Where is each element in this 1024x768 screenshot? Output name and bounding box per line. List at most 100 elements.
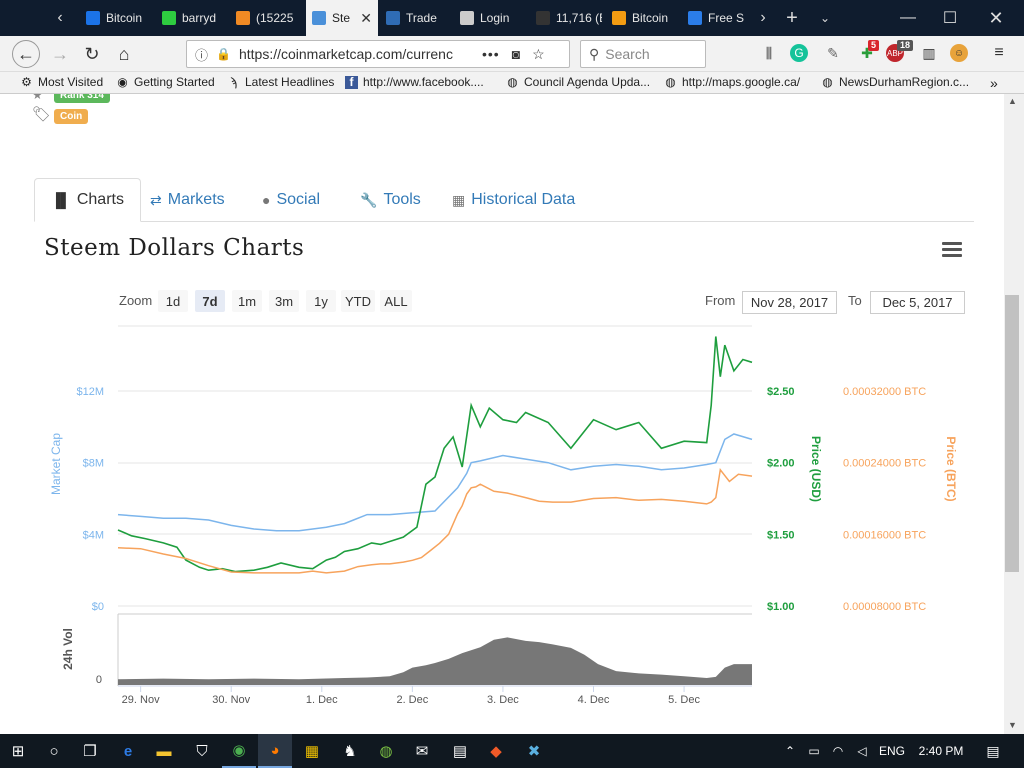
firefox-icon: ◉ (117, 74, 128, 89)
bookmark-google-maps[interactable]: ◍ http://maps.google.ca/ (664, 75, 800, 89)
forward-arrow-icon[interactable]: → (46, 40, 74, 68)
bookmark-label: http://maps.google.ca/ (682, 75, 801, 89)
sidebar-toggle-icon[interactable]: ▥ (918, 42, 940, 64)
tab-favicon-icon (536, 11, 550, 25)
info-icon[interactable]: ⓘ (195, 45, 208, 64)
battery-icon[interactable]: ▭ (804, 734, 824, 768)
task-view-icon[interactable]: ❐ (74, 734, 106, 768)
file-explorer-icon[interactable]: ▬ (148, 734, 180, 768)
wifi-icon[interactable]: ◠ (828, 734, 848, 768)
adblock-badge-count: 18 (897, 40, 914, 51)
left-axis-tick: $0 (92, 601, 104, 613)
bookmark-most-visited[interactable]: ⚙ Most Visited (20, 75, 103, 89)
cortana-search-icon[interactable]: ○ (38, 734, 70, 768)
tab-label: barryd (182, 11, 217, 25)
search-bar[interactable]: ⚲ Search (580, 40, 706, 68)
reload-icon[interactable]: ↻ (78, 40, 106, 68)
scroll-up-icon[interactable]: ▲ (1008, 96, 1017, 106)
x-axis-tick: 30. Nov (212, 694, 250, 706)
edge-icon[interactable]: e (112, 734, 144, 768)
bookmark-news-durham[interactable]: ◍ NewsDurhamRegion.c... (821, 75, 969, 89)
tab-favicon-icon (86, 11, 100, 25)
browser-tab[interactable]: Free S (682, 0, 746, 36)
tabs-scroll-right-icon[interactable]: › (752, 0, 774, 36)
menu-hamburger-icon[interactable]: ≡ (988, 42, 1010, 64)
left-axis-tick: $4M (83, 529, 104, 541)
bookmark-star-icon[interactable]: ☆ (532, 46, 545, 63)
price-chart[interactable]: $0 $4M $8M $12M $1.00 $1.50 $2.00 $2.50 0.000080… (0, 94, 1004, 734)
browser-tab[interactable]: Login (454, 0, 526, 36)
back-arrow-icon[interactable]: ← (12, 40, 40, 68)
usd-axis-tick: $2.00 (767, 458, 795, 470)
language-indicator[interactable]: ENG (876, 734, 908, 768)
tab-list-chevron-down-icon[interactable]: ⌄ (814, 0, 836, 36)
series-line-usd (117, 336, 753, 573)
calculator-icon[interactable]: ▤ (444, 734, 476, 768)
minimize-icon[interactable]: — (888, 0, 928, 36)
x-axis-tick: 3. Dec (487, 694, 519, 706)
scroll-down-icon[interactable]: ▼ (1008, 720, 1017, 730)
btc-axis-title: Price (BTC) (944, 436, 958, 501)
windows-start-icon[interactable]: ⊞ (0, 734, 36, 768)
extension-badge-count: 5 (868, 40, 880, 51)
page-scrollbar-thumb[interactable] (1005, 295, 1019, 572)
bookmark-council-agenda[interactable]: ◍ Council Agenda Upda... (506, 75, 650, 89)
btc-axis-tick: 0.00008000 BTC (843, 601, 926, 613)
library-icon[interactable]: ⫼ (758, 42, 780, 64)
browser-tab[interactable]: Bitcoin (606, 0, 678, 36)
bookmark-latest-headlines[interactable]: ϡ Latest Headlines (227, 75, 334, 89)
mail-icon[interactable]: ✉ (406, 734, 438, 768)
browser-tab[interactable]: (15225 (230, 0, 302, 36)
chrome-icon[interactable]: ◉ (222, 734, 256, 768)
bookmark-getting-started[interactable]: ◉ Getting Started (116, 74, 214, 89)
gear-icon: ⚙ (21, 74, 32, 89)
pocket-icon[interactable]: ◙ (512, 46, 520, 62)
new-tab-icon[interactable]: + (778, 0, 806, 36)
url-bar[interactable]: ⓘ 🔒 https://coinmarketcap.com/currenc ••… (186, 40, 570, 68)
firefox-taskbar-icon[interactable]: ◕ (258, 734, 292, 768)
eyedropper-icon[interactable]: ✎ (822, 42, 844, 64)
browser-tab[interactable]: barryd (156, 0, 226, 36)
usd-axis-tick: $1.00 (767, 601, 795, 613)
bookmark-label: Latest Headlines (245, 75, 335, 89)
tab-label: Bitcoin (632, 11, 669, 25)
bookmarks-overflow-chevron-icon[interactable]: » (990, 75, 998, 91)
app-x-icon[interactable]: ✖ (518, 734, 550, 768)
volume-icon[interactable]: ◁ (852, 734, 872, 768)
globe-app-icon[interactable]: ◍ (370, 734, 402, 768)
maximize-icon[interactable]: ☐ (930, 0, 970, 36)
profile-avatar-icon[interactable]: ☺ (950, 44, 968, 62)
page-actions-icon[interactable]: ••• (482, 46, 500, 62)
browser-tab[interactable]: Ste ✕ (306, 0, 378, 36)
x-axis-tick: 2. Dec (396, 694, 428, 706)
browser-tab[interactable]: Trade (380, 0, 450, 36)
tab-favicon-icon (460, 11, 474, 25)
url-text[interactable]: https://coinmarketcap.com/currenc (239, 46, 464, 62)
search-icon: ⚲ (589, 45, 600, 62)
calculator-grid-icon[interactable]: ▦ (296, 734, 328, 768)
usd-axis-tick: $1.50 (767, 529, 795, 541)
browser-tab[interactable]: Bitcoin (80, 0, 152, 36)
grammarly-icon[interactable]: G (790, 44, 808, 62)
clock[interactable]: 2:40 PM (914, 734, 968, 768)
series-line-market-cap (117, 433, 753, 532)
x-axis-tick: 29. Nov (122, 694, 160, 706)
store-icon[interactable]: ⛉ (186, 734, 218, 768)
tabs-scroll-left-icon[interactable]: ‹ (46, 0, 74, 36)
usd-axis-title: Price (USD) (809, 436, 823, 502)
game-app-icon[interactable]: ♞ (334, 734, 366, 768)
close-tab-icon[interactable]: ✕ (360, 10, 372, 27)
browser-tab[interactable]: 11,716 (BTC (530, 0, 602, 36)
notification-icon[interactable]: ▤ (978, 734, 1008, 768)
tab-favicon-icon (236, 11, 250, 25)
bookmark-facebook[interactable]: f http://www.facebook.... (345, 75, 484, 89)
bookmark-label: NewsDurhamRegion.c... (839, 75, 970, 89)
tray-chevron-up-icon[interactable]: ⌃ (780, 734, 800, 768)
rss-icon: ϡ (230, 74, 237, 89)
left-axis-title: Market Cap (49, 433, 63, 495)
close-window-icon[interactable]: ✕ (974, 0, 1018, 36)
home-icon[interactable]: ⌂ (110, 40, 138, 68)
brave-icon[interactable]: ◆ (480, 734, 512, 768)
globe-icon: ◍ (507, 74, 518, 89)
tab-favicon-icon (162, 11, 176, 25)
